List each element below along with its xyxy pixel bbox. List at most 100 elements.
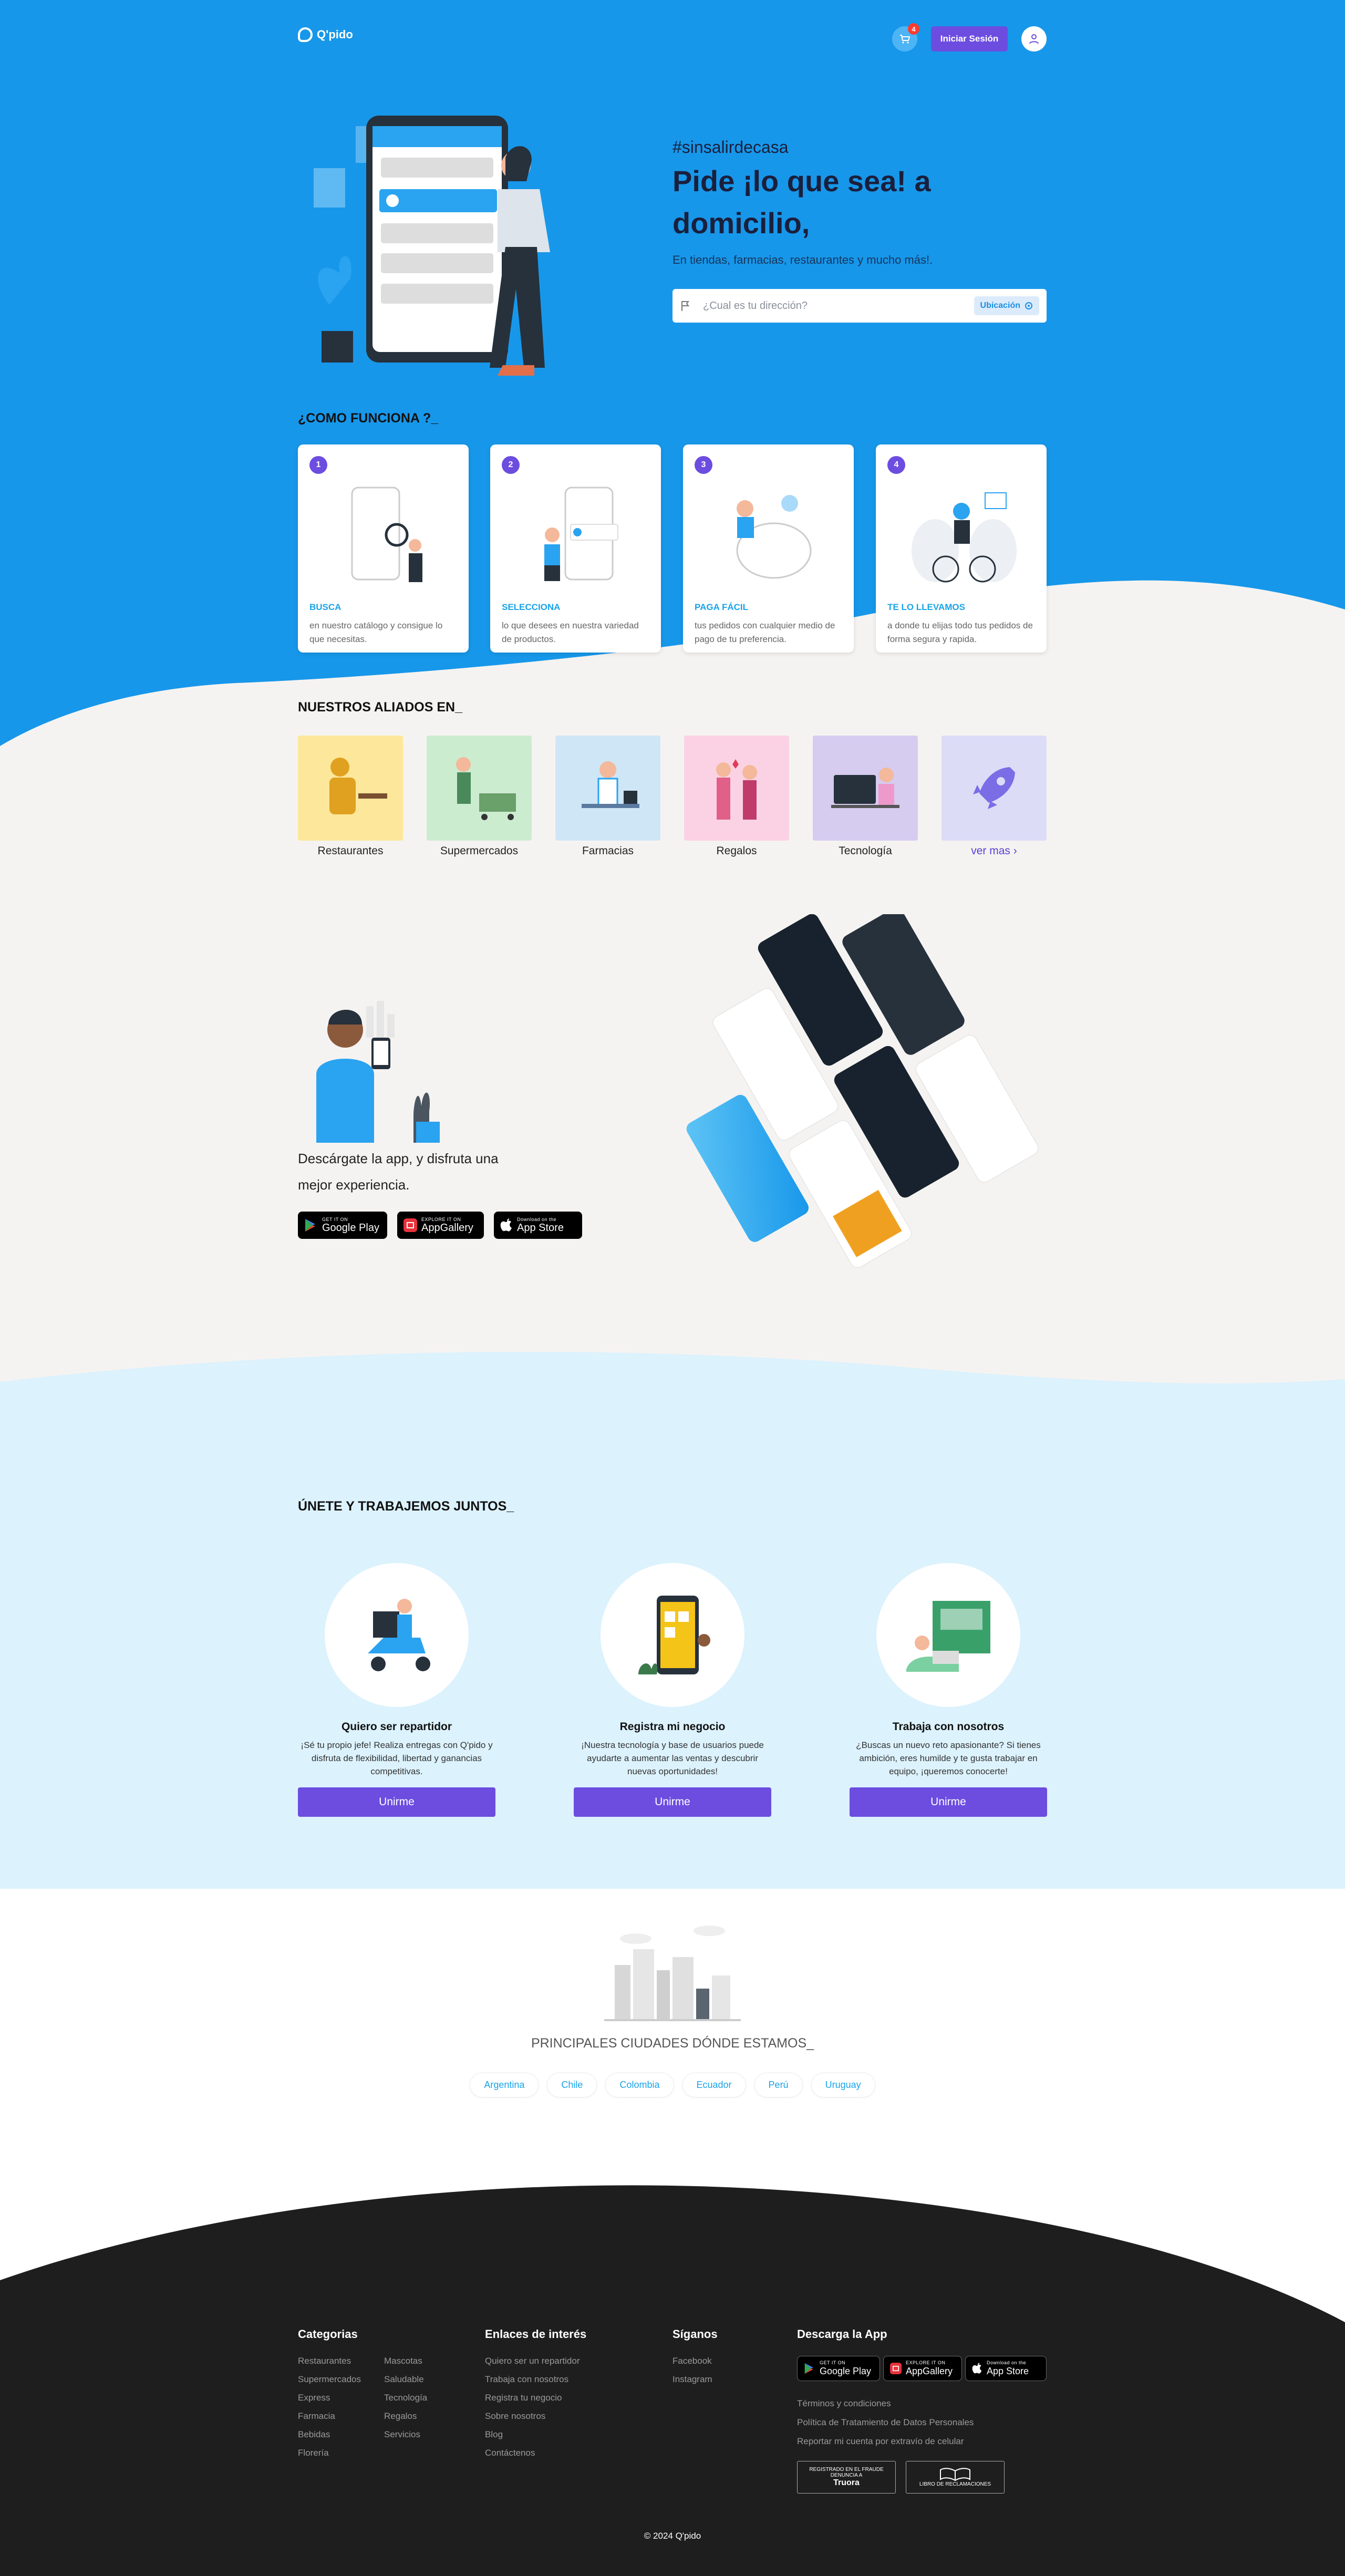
join-card-courier: Quiero ser repartidor ¡Sé tu propio jefe…	[298, 1563, 495, 1817]
footer-links-title: Enlaces de interés	[485, 2327, 587, 2341]
city-chip-colombia[interactable]: Colombia	[605, 2073, 674, 2097]
pharmacy-icon	[582, 761, 639, 808]
step-card-deliver: 4 TE LO LLEVAMOS a donde tu elijas todo …	[876, 444, 1047, 653]
footer-link[interactable]: Restaurantes	[298, 2352, 361, 2370]
address-search[interactable]: ¿Cual es tu dirección? Ubicación	[672, 289, 1047, 323]
join-card-description: ¡Sé tu propio jefe! Realiza entregas con…	[301, 1740, 493, 1776]
courier-scooter-illustration	[368, 1599, 430, 1671]
ver-mas-label: ver mas	[971, 845, 1010, 857]
instagram-link[interactable]: Instagram	[672, 2370, 718, 2388]
footer-app-store-badge[interactable]: Download on the App Store	[965, 2356, 1047, 2381]
ally-restaurantes[interactable]: Restaurantes	[298, 736, 403, 857]
footer-social-title: Síganos	[672, 2327, 718, 2341]
footer-link[interactable]: Blog	[485, 2425, 586, 2444]
city-chip-ecuador[interactable]: Ecuador	[682, 2073, 746, 2097]
app-store-badge[interactable]: Download on the App Store	[494, 1212, 582, 1239]
cities-list: Argentina Chile Colombia Ecuador Perú Ur…	[0, 2073, 1345, 2097]
user-profile-button[interactable]	[1021, 26, 1047, 51]
footer-link[interactable]: Quiero ser un repartidor	[485, 2352, 586, 2370]
truora-seal[interactable]: REGISTRADO EN EL FRAUDE DENUNCIA A Truor…	[797, 2461, 896, 2494]
app-store-label: App Store	[987, 2366, 1029, 2376]
ally-supermercados[interactable]: Supermercados	[427, 736, 532, 857]
step-card-pay: 3 PAGA FÁCIL tus pedidos con cualquier m…	[683, 444, 854, 653]
footer-appgallery-badge[interactable]: EXPLORE IT ON AppGallery	[883, 2356, 962, 2381]
city-chip-argentina[interactable]: Argentina	[470, 2073, 539, 2097]
footer-categories-title: Categorias	[298, 2327, 358, 2341]
cart-badge: 4	[908, 23, 919, 35]
footer-link[interactable]: Servicios	[384, 2425, 427, 2444]
google-play-icon	[804, 2363, 813, 2374]
login-button[interactable]: Iniciar Sesión	[931, 26, 1008, 51]
join-business-button[interactable]: Unirme	[574, 1787, 771, 1817]
restaurant-icon	[329, 758, 387, 814]
join-work-button[interactable]: Unirme	[850, 1787, 1047, 1817]
google-play-label: Google Play	[322, 1222, 379, 1234]
appgallery-small: EXPLORE IT ON	[421, 1217, 461, 1222]
city-chip-uruguay[interactable]: Uruguay	[811, 2073, 875, 2097]
logo-icon	[298, 27, 313, 42]
location-button-label: Ubicación	[980, 301, 1020, 310]
appgallery-icon	[404, 1218, 417, 1232]
footer-link[interactable]: Supermercados	[298, 2370, 361, 2388]
ally-tecnologia[interactable]: Tecnología	[813, 736, 918, 857]
privacy-link[interactable]: Política de Tratamiento de Datos Persona…	[797, 2413, 974, 2432]
report-lost-phone-link[interactable]: Reportar mi cuenta por extravío de celul…	[797, 2432, 974, 2451]
step-description: lo que desees en nuestra variedad de pro…	[502, 620, 639, 644]
ally-label: Regalos	[716, 845, 757, 857]
step-number: 4	[887, 456, 905, 474]
ver-mas-link[interactable]: ver mas ›	[942, 845, 1047, 857]
how-it-works-title: ¿COMO FUNCIONA ?_	[298, 411, 439, 426]
appgallery-icon	[890, 2363, 902, 2374]
join-card-title: Trabaja con nosotros	[892, 1721, 1005, 1733]
footer-download-title: Descarga la App	[797, 2327, 887, 2341]
ally-label: Tecnología	[839, 845, 892, 857]
gift-icon	[716, 759, 757, 820]
footer-link[interactable]: Tecnología	[384, 2388, 427, 2407]
step-title: BUSCA	[309, 602, 342, 612]
step-number: 2	[502, 456, 520, 474]
app-screens-mockup	[686, 914, 1039, 1268]
ally-label: Supermercados	[440, 845, 519, 857]
flag-icon	[681, 301, 689, 311]
ally-label: Restaurantes	[317, 845, 384, 857]
ally-ver-mas[interactable]: ver mas ›	[942, 736, 1047, 857]
hero-hashtag: #sinsalirdecasa	[672, 138, 789, 157]
appgallery-badge[interactable]: EXPLORE IT ON AppGallery	[397, 1212, 484, 1239]
user-icon	[1029, 34, 1039, 44]
join-card-title: Quiero ser repartidor	[341, 1721, 452, 1733]
app-store-small: Download on the	[987, 2360, 1027, 2365]
hero-illustration	[314, 116, 550, 376]
footer-link[interactable]: Contáctenos	[485, 2444, 586, 2462]
facebook-link[interactable]: Facebook	[672, 2352, 718, 2370]
brand-logo[interactable]: Q'pido	[298, 27, 353, 42]
complaints-book-link[interactable]: LIBRO DE RECLAMACIONES	[906, 2461, 1005, 2494]
footer-link[interactable]: Sobre nosotros	[485, 2407, 586, 2425]
footer-link[interactable]: Regalos	[384, 2407, 427, 2425]
footer-link[interactable]: Florería	[298, 2444, 361, 2462]
copyright: © 2024 Q'pido	[644, 2531, 701, 2541]
truora-seal-line1: REGISTRADO EN EL FRAUDE	[809, 2467, 884, 2472]
ally-regalos[interactable]: Regalos	[684, 736, 789, 857]
location-button[interactable]: Ubicación	[974, 296, 1039, 315]
appgallery-label: AppGallery	[906, 2366, 953, 2376]
app-person-illustration	[316, 1001, 440, 1143]
open-book-icon	[940, 2467, 970, 2481]
city-chip-peru[interactable]: Perú	[754, 2073, 803, 2097]
join-courier-button[interactable]: Unirme	[298, 1787, 495, 1817]
city-chip-chile[interactable]: Chile	[547, 2073, 597, 2097]
footer-link[interactable]: Registra tu negocio	[485, 2388, 586, 2407]
cart-button[interactable]: 4	[892, 23, 919, 51]
cart-icon	[900, 35, 911, 44]
footer-link[interactable]: Express	[298, 2388, 361, 2407]
footer-link[interactable]: Farmacia	[298, 2407, 361, 2425]
ally-farmacias[interactable]: Farmacias	[555, 736, 660, 857]
terms-link[interactable]: Términos y condiciones	[797, 2394, 974, 2413]
footer-link[interactable]: Saludable	[384, 2370, 427, 2388]
technology-icon	[831, 768, 899, 808]
footer-google-play-badge[interactable]: GET IT ON Google Play	[797, 2356, 880, 2381]
address-input-placeholder[interactable]: ¿Cual es tu dirección?	[703, 300, 974, 312]
footer-link[interactable]: Trabaja con nosotros	[485, 2370, 586, 2388]
google-play-badge[interactable]: GET IT ON Google Play	[298, 1212, 387, 1239]
footer-link[interactable]: Bebidas	[298, 2425, 361, 2444]
footer-link[interactable]: Mascotas	[384, 2352, 427, 2370]
